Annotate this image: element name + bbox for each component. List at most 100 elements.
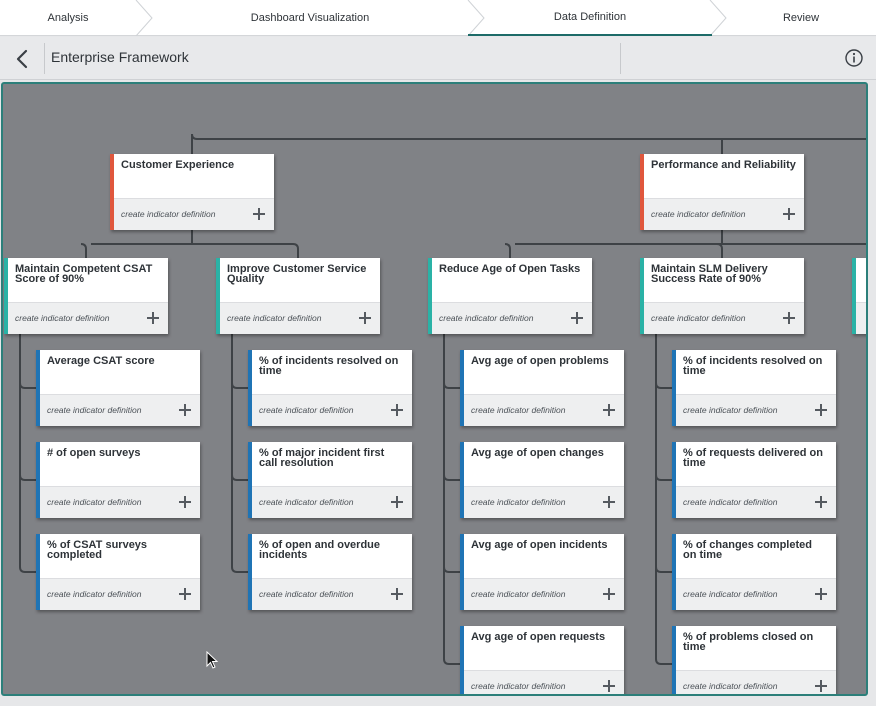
indicator-card[interactable]: # of open surveys create indicator defin… xyxy=(36,442,200,518)
card-title: Avg age of open incidents xyxy=(471,539,608,551)
header-divider xyxy=(620,43,621,74)
indicator-card[interactable]: % of open and overdue incidents create i… xyxy=(248,534,412,610)
add-icon[interactable] xyxy=(602,495,616,509)
add-icon[interactable] xyxy=(782,311,796,325)
add-icon[interactable] xyxy=(146,311,160,325)
create-indicator-definition-link[interactable]: create indicator definition xyxy=(47,405,142,415)
create-indicator-definition-link[interactable]: create indicator definition xyxy=(471,589,566,599)
step-analysis[interactable]: Analysis xyxy=(0,0,136,36)
create-indicator-definition-link[interactable]: create indicator definition xyxy=(471,405,566,415)
card-footer: create indicator definition xyxy=(464,670,624,694)
create-indicator-definition-link[interactable]: create indicator definition xyxy=(471,681,566,691)
card-title: Average CSAT score xyxy=(47,355,155,367)
create-indicator-definition-link[interactable]: create indicator definition xyxy=(259,497,354,507)
create-indicator-definition-link[interactable]: create indicator definition xyxy=(683,589,778,599)
create-indicator-definition-link[interactable]: create indicator definition xyxy=(683,405,778,415)
card-title: % of incidents resolved on time xyxy=(683,355,823,377)
indicator-card[interactable]: Average CSAT score create indicator defi… xyxy=(36,350,200,426)
card-title: Avg age of open requests xyxy=(471,631,606,643)
card-title: % of changes completed on time xyxy=(683,539,812,561)
indicator-card[interactable]: Avg age of open requests create indicato… xyxy=(460,626,624,694)
create-indicator-definition-link[interactable]: create indicator definition xyxy=(47,589,142,599)
goal-card[interactable]: Maintain SLM Delivery Success Rate of 90… xyxy=(640,258,804,334)
chevron-left-icon[interactable] xyxy=(10,46,36,72)
goal-card[interactable]: Improve Customer Service Quality create … xyxy=(216,258,380,334)
add-icon[interactable] xyxy=(178,587,192,601)
objective-card[interactable]: Customer Experience create indicator def… xyxy=(110,154,274,230)
framework-canvas[interactable]: Customer Experience create indicator def… xyxy=(1,82,868,696)
card-footer: create indicator definition xyxy=(40,394,200,426)
indicator-card[interactable]: % of incidents resolved on time create i… xyxy=(672,350,836,426)
indicator-card[interactable]: Avg age of open incidents create indicat… xyxy=(460,534,624,610)
create-indicator-definition-link[interactable]: create indicator definition xyxy=(15,313,110,323)
add-icon[interactable] xyxy=(390,403,404,417)
create-indicator-definition-link[interactable]: create indicator definition xyxy=(121,209,216,219)
create-indicator-definition-link[interactable]: create indicator definition xyxy=(259,589,354,599)
progress-stepper: Analysis Dashboard Visualization Data De… xyxy=(0,0,876,36)
step-data-definition[interactable]: Data Definition xyxy=(468,0,712,36)
create-indicator-definition-link[interactable]: create indicator definition xyxy=(439,313,534,323)
card-title: # of open surveys xyxy=(47,447,141,459)
indicator-card[interactable]: % of incidents resolved on time create i… xyxy=(248,350,412,426)
card-footer: create indicator definition xyxy=(464,486,624,518)
card-title: Maintain Competent CSAT Score of 90% xyxy=(15,263,153,285)
step-dashboard-visualization[interactable]: Dashboard Visualization xyxy=(152,0,468,36)
card-footer: create indicator definition xyxy=(252,486,412,518)
step-separator-icon xyxy=(135,0,153,36)
indicator-card[interactable]: % of problems closed on time create indi… xyxy=(672,626,836,694)
add-icon[interactable] xyxy=(390,495,404,509)
step-review[interactable]: Review xyxy=(726,0,876,36)
add-icon[interactable] xyxy=(358,311,372,325)
card-title: % of major incident first call resolutio… xyxy=(259,447,385,469)
create-indicator-definition-link[interactable]: create indicator definition xyxy=(683,497,778,507)
add-icon[interactable] xyxy=(602,587,616,601)
add-icon[interactable] xyxy=(814,495,828,509)
card-footer xyxy=(856,302,866,334)
goal-card[interactable]: Maintain Competent CSAT Score of 90% cre… xyxy=(4,258,168,334)
header-divider xyxy=(44,43,45,74)
step-label: Dashboard Visualization xyxy=(250,12,370,24)
add-icon[interactable] xyxy=(178,495,192,509)
card-footer: create indicator definition xyxy=(676,670,836,694)
indicator-card[interactable]: Avg age of open problems create indicato… xyxy=(460,350,624,426)
step-label: Analysis xyxy=(47,12,89,24)
indicator-card[interactable]: % of major incident first call resolutio… xyxy=(248,442,412,518)
add-icon[interactable] xyxy=(782,207,796,221)
card-title: % of problems closed on time xyxy=(683,631,814,653)
card-title: % of open and overdue incidents xyxy=(259,539,381,561)
create-indicator-definition-link[interactable]: create indicator definition xyxy=(471,497,566,507)
indicator-card[interactable]: % of requests delivered on time create i… xyxy=(672,442,836,518)
add-icon[interactable] xyxy=(390,587,404,601)
add-icon[interactable] xyxy=(814,403,828,417)
add-icon[interactable] xyxy=(602,403,616,417)
add-icon[interactable] xyxy=(602,679,616,693)
goal-card-partial[interactable] xyxy=(852,258,866,334)
card-footer: create indicator definition xyxy=(676,578,836,610)
indicator-card[interactable]: Avg age of open changes create indicator… xyxy=(460,442,624,518)
create-indicator-definition-link[interactable]: create indicator definition xyxy=(651,209,746,219)
card-footer: create indicator definition xyxy=(114,198,274,230)
add-icon[interactable] xyxy=(178,403,192,417)
goal-connector xyxy=(504,243,511,258)
card-title: Improve Customer Service Quality xyxy=(227,263,367,285)
create-indicator-definition-link[interactable]: create indicator definition xyxy=(47,497,142,507)
add-icon[interactable] xyxy=(252,207,266,221)
indicator-card[interactable]: % of CSAT surveys completed create indic… xyxy=(36,534,200,610)
create-indicator-definition-link[interactable]: create indicator definition xyxy=(259,405,354,415)
card-footer: create indicator definition xyxy=(464,578,624,610)
card-title: % of requests delivered on time xyxy=(683,447,823,469)
card-title: Avg age of open changes xyxy=(471,447,604,459)
goal-card[interactable]: Reduce Age of Open Tasks create indicato… xyxy=(428,258,592,334)
add-icon[interactable] xyxy=(814,587,828,601)
card-title: Avg age of open problems xyxy=(471,355,609,367)
card-footer: create indicator definition xyxy=(464,394,624,426)
info-icon[interactable] xyxy=(844,48,864,68)
create-indicator-definition-link[interactable]: create indicator definition xyxy=(651,313,746,323)
add-icon[interactable] xyxy=(814,679,828,693)
page-title: Enterprise Framework xyxy=(51,49,189,65)
create-indicator-definition-link[interactable]: create indicator definition xyxy=(227,313,322,323)
indicator-card[interactable]: % of changes completed on time create in… xyxy=(672,534,836,610)
objective-card[interactable]: Performance and Reliability create indic… xyxy=(640,154,804,230)
add-icon[interactable] xyxy=(570,311,584,325)
create-indicator-definition-link[interactable]: create indicator definition xyxy=(683,681,778,691)
